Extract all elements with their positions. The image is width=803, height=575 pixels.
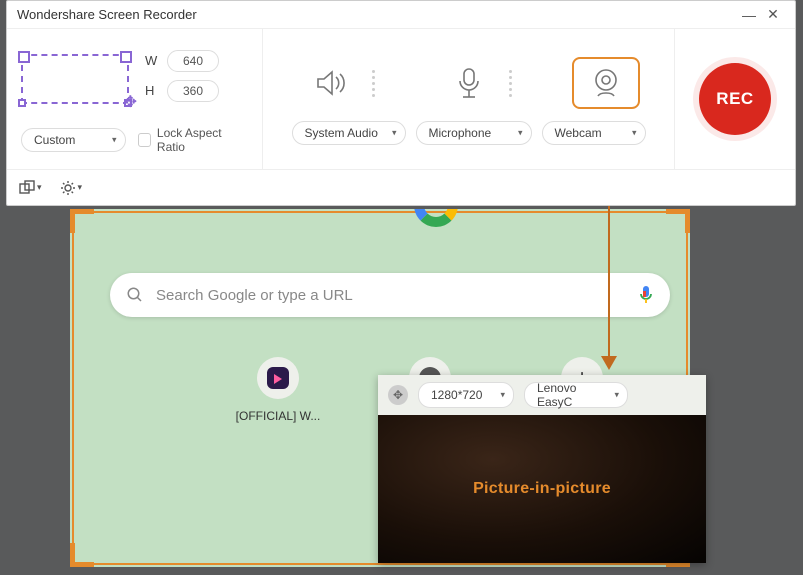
recorder-window: Wondershare Screen Recorder — ✕ ✥ W 640 … xyxy=(6,0,796,206)
microphone-dropdown[interactable]: Microphone▾ xyxy=(416,121,532,145)
speaker-icon xyxy=(314,68,350,98)
drag-handle-icon xyxy=(372,70,375,97)
shortcut-label: [OFFICIAL] W... xyxy=(230,409,326,423)
titlebar: Wondershare Screen Recorder — ✕ xyxy=(7,1,795,29)
corner-handle-bl[interactable] xyxy=(70,543,94,567)
move-icon: ✥ xyxy=(124,92,137,112)
pip-overlay-label: Picture-in-picture xyxy=(473,480,611,498)
corner-handle-tl[interactable] xyxy=(70,209,94,233)
height-input[interactable]: 360 xyxy=(167,80,219,102)
pip-camera-dropdown[interactable]: Lenovo EasyC▾ xyxy=(524,382,628,408)
region-preset-dropdown[interactable]: Custom▾ xyxy=(21,128,126,152)
webcam-value: Webcam xyxy=(555,126,602,140)
pip-panel: ✥ 1280*720▾ Lenovo EasyC▾ Picture-in-pic… xyxy=(378,375,706,563)
system-audio-value: System Audio xyxy=(305,126,378,140)
annotation-arrow-head xyxy=(601,356,617,370)
close-button[interactable]: ✕ xyxy=(761,3,785,27)
gear-icon xyxy=(60,180,76,196)
region-preset-value: Custom xyxy=(34,133,75,147)
width-input[interactable]: 640 xyxy=(167,50,219,72)
record-button[interactable]: REC xyxy=(699,63,771,135)
search-placeholder: Search Google or type a URL xyxy=(156,287,626,304)
microphone-value: Microphone xyxy=(429,126,492,140)
minimize-button[interactable]: — xyxy=(737,3,761,27)
height-label: H xyxy=(145,83,159,98)
settings-button[interactable]: ▾ xyxy=(60,180,83,196)
lock-aspect-checkbox[interactable] xyxy=(138,133,151,147)
pip-camera-value: Lenovo EasyC xyxy=(537,381,605,409)
width-label: W xyxy=(145,53,159,68)
pip-resolution-dropdown[interactable]: 1280*720▾ xyxy=(418,382,514,408)
record-label: REC xyxy=(716,89,753,109)
google-logo-fragment xyxy=(410,209,470,237)
shortcut-item[interactable]: [OFFICIAL] W... xyxy=(230,357,326,423)
drag-handle-icon xyxy=(509,70,512,97)
window-title: Wondershare Screen Recorder xyxy=(17,7,197,22)
voice-search-icon[interactable] xyxy=(638,285,654,305)
shortcut-favicon xyxy=(267,367,289,389)
search-icon xyxy=(126,286,144,304)
screenshot-tool-button[interactable]: ▾ xyxy=(19,180,42,196)
pip-resolution-value: 1280*720 xyxy=(431,388,482,402)
webcam-toggle[interactable] xyxy=(572,57,640,109)
corner-handle-tr[interactable] xyxy=(666,209,690,233)
region-preview[interactable]: ✥ xyxy=(21,54,129,104)
webcam-dropdown[interactable]: Webcam▾ xyxy=(542,121,646,145)
browser-search-bar[interactable]: Search Google or type a URL xyxy=(110,273,670,317)
webcam-icon xyxy=(590,68,622,98)
lock-aspect-label: Lock Aspect Ratio xyxy=(157,126,248,155)
system-audio-dropdown[interactable]: System Audio▾ xyxy=(292,121,406,145)
system-audio-toggle[interactable] xyxy=(298,57,366,109)
microphone-toggle[interactable] xyxy=(435,57,503,109)
overlap-squares-icon xyxy=(19,180,35,196)
pip-move-handle[interactable]: ✥ xyxy=(388,385,408,405)
microphone-icon xyxy=(455,67,483,99)
pip-preview: Picture-in-picture xyxy=(378,415,706,563)
